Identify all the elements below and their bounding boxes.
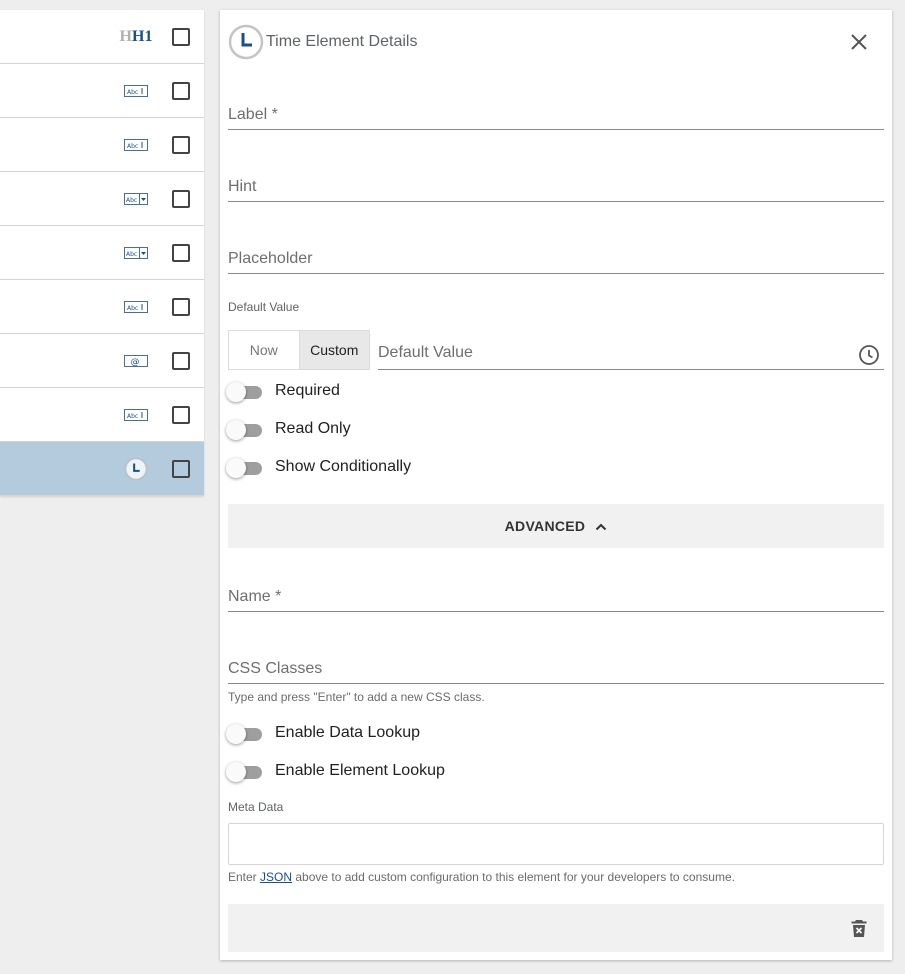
text-field-icon: Abc bbox=[124, 84, 148, 98]
svg-text:Abc: Abc bbox=[127, 305, 138, 312]
panel-header: Time Element Details bbox=[228, 24, 892, 60]
row-checkbox[interactable] bbox=[172, 351, 190, 370]
meta-data-label: Meta Data bbox=[228, 800, 284, 814]
element-row-dropdown[interactable]: Abc bbox=[0, 172, 204, 226]
dropdown-field-icon: Abc bbox=[124, 192, 148, 206]
svg-text:Abc: Abc bbox=[127, 89, 138, 96]
element-lookup-label: Enable Element Lookup bbox=[275, 762, 445, 779]
svg-text:Abc: Abc bbox=[126, 251, 137, 258]
svg-text:@: @ bbox=[131, 357, 140, 367]
element-lookup-toggle[interactable] bbox=[226, 762, 264, 782]
heading-level: H1 bbox=[132, 27, 153, 45]
data-lookup-toggle[interactable] bbox=[226, 724, 264, 744]
panel-title: Time Element Details bbox=[266, 33, 418, 50]
element-row-email[interactable]: @ bbox=[0, 334, 204, 388]
meta-data-hint: Enter JSON above to add custom configura… bbox=[228, 870, 735, 884]
element-row-dropdown[interactable]: Abc bbox=[0, 226, 204, 280]
meta-data-box bbox=[228, 823, 884, 865]
advanced-section-toggle[interactable]: ADVANCED bbox=[228, 504, 884, 548]
close-icon bbox=[851, 34, 867, 50]
dropdown-field-icon: Abc bbox=[124, 246, 148, 260]
time-picker-icon[interactable] bbox=[858, 344, 880, 371]
css-classes-input[interactable] bbox=[228, 650, 884, 683]
default-value-mode-toggle: Now Custom bbox=[228, 330, 370, 370]
placeholder-field bbox=[228, 240, 884, 274]
hint-input[interactable] bbox=[228, 168, 884, 201]
row-checkbox[interactable] bbox=[172, 81, 190, 100]
clock-icon bbox=[228, 24, 264, 65]
row-checkbox[interactable] bbox=[172, 189, 190, 208]
meta-hint-prefix: Enter bbox=[228, 870, 261, 884]
required-toggle-row: Required bbox=[226, 380, 626, 404]
text-field-icon: Abc bbox=[124, 138, 148, 152]
name-input[interactable] bbox=[228, 578, 884, 611]
row-checkbox[interactable] bbox=[172, 459, 190, 478]
default-value-field bbox=[378, 336, 884, 370]
row-checkbox[interactable] bbox=[172, 405, 190, 424]
label-field bbox=[228, 96, 884, 130]
json-link[interactable]: JSON bbox=[260, 870, 292, 884]
meta-data-input[interactable] bbox=[229, 824, 883, 864]
name-field bbox=[228, 578, 884, 612]
heading-icon: H H1 bbox=[119, 27, 153, 45]
element-row-text[interactable]: Abc bbox=[0, 118, 204, 172]
clock-icon bbox=[124, 456, 148, 481]
chevron-up-icon bbox=[595, 518, 607, 534]
default-value-input[interactable] bbox=[378, 336, 884, 369]
time-element-details-panel: Time Element Details Default Value Now C… bbox=[220, 10, 892, 960]
text-field-icon: Abc bbox=[124, 300, 148, 314]
element-row-time-selected[interactable] bbox=[0, 442, 204, 496]
element-row-text[interactable]: Abc bbox=[0, 388, 204, 442]
css-classes-field bbox=[228, 650, 884, 684]
placeholder-input[interactable] bbox=[228, 240, 884, 273]
row-checkbox[interactable] bbox=[172, 135, 190, 154]
panel-footer bbox=[228, 904, 884, 952]
element-row-heading[interactable]: H H1 bbox=[0, 10, 204, 64]
row-checkbox[interactable] bbox=[172, 27, 190, 46]
css-classes-hint: Type and press "Enter" to add a new CSS … bbox=[228, 690, 485, 704]
data-lookup-toggle-row: Enable Data Lookup bbox=[226, 722, 626, 746]
trash-icon bbox=[851, 920, 867, 937]
default-value-custom-button[interactable]: Custom bbox=[298, 331, 369, 369]
show-conditionally-label: Show Conditionally bbox=[275, 458, 412, 475]
label-input[interactable] bbox=[228, 96, 884, 129]
svg-text:Abc: Abc bbox=[127, 143, 138, 150]
read-only-toggle[interactable] bbox=[226, 420, 264, 440]
default-value-now-button[interactable]: Now bbox=[229, 331, 299, 369]
element-lookup-toggle-row: Enable Element Lookup bbox=[226, 760, 626, 784]
data-lookup-label: Enable Data Lookup bbox=[275, 724, 420, 741]
element-row-text[interactable]: Abc bbox=[0, 280, 204, 334]
show-conditionally-toggle-row: Show Conditionally bbox=[226, 456, 626, 480]
read-only-label: Read Only bbox=[275, 420, 351, 437]
element-row-text[interactable]: Abc bbox=[0, 64, 204, 118]
row-checkbox[interactable] bbox=[172, 243, 190, 262]
element-list: H H1 Abc Abc Abc Abc Abc @ Abc bbox=[0, 10, 204, 496]
meta-hint-suffix: above to add custom configuration to thi… bbox=[292, 870, 735, 884]
advanced-label: ADVANCED bbox=[504, 518, 586, 534]
row-checkbox[interactable] bbox=[172, 297, 190, 316]
read-only-toggle-row: Read Only bbox=[226, 418, 626, 442]
default-value-section-label: Default Value bbox=[228, 300, 300, 314]
text-field-icon: Abc bbox=[124, 408, 148, 422]
close-button[interactable] bbox=[848, 31, 870, 53]
required-label: Required bbox=[275, 382, 340, 399]
email-field-icon: @ bbox=[124, 354, 148, 368]
show-conditionally-toggle[interactable] bbox=[226, 458, 264, 478]
svg-text:Abc: Abc bbox=[127, 413, 138, 420]
hint-field bbox=[228, 168, 884, 202]
svg-text:Abc: Abc bbox=[126, 197, 137, 204]
delete-element-button[interactable] bbox=[848, 917, 870, 939]
required-toggle[interactable] bbox=[226, 382, 264, 402]
